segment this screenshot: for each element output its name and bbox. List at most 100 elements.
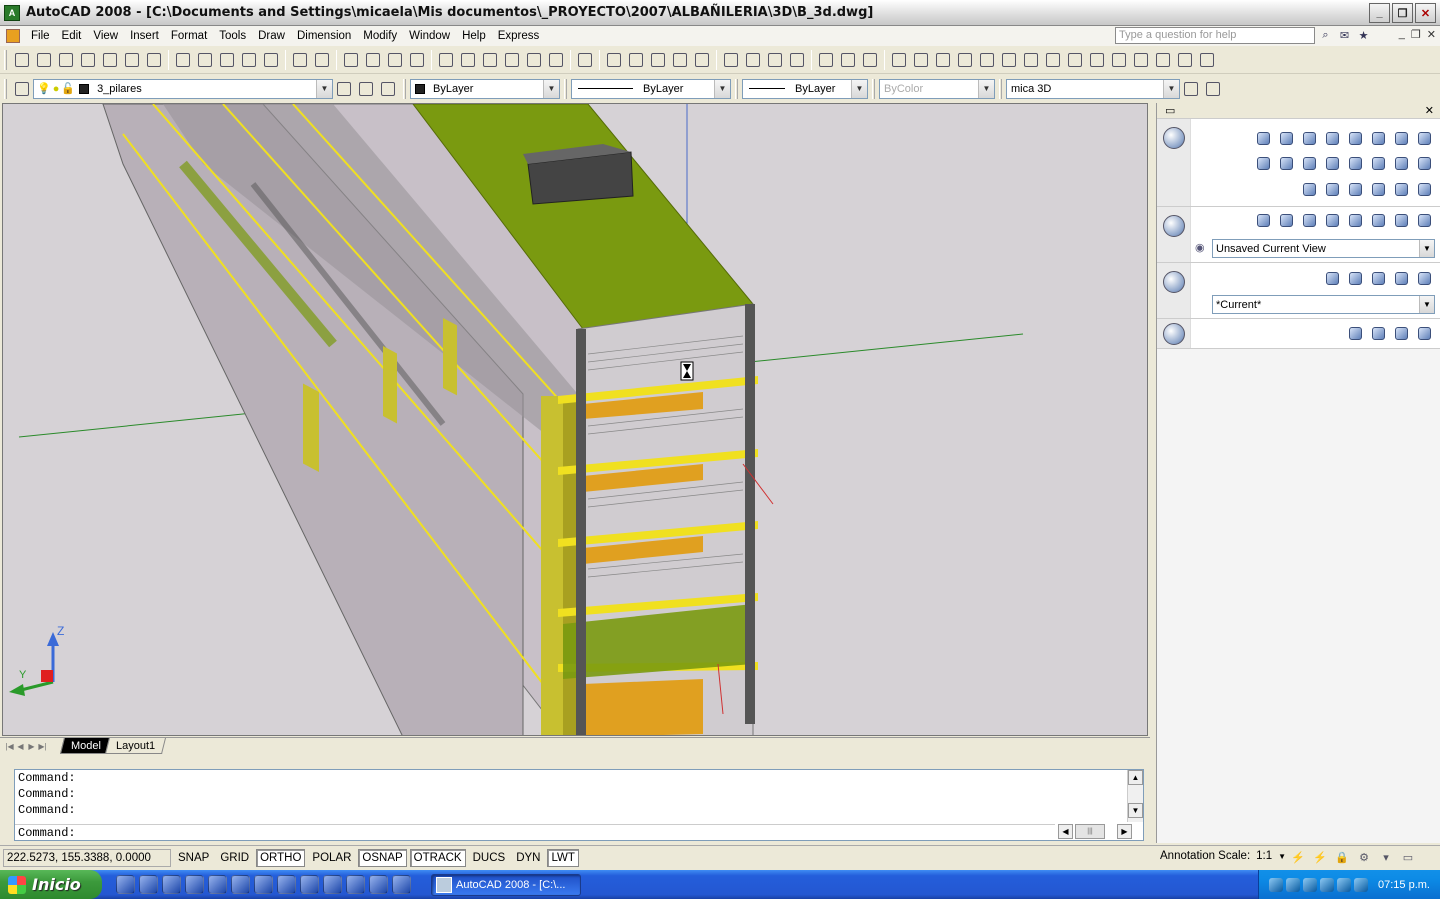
toolbar-lock-icon[interactable]: 🔒 bbox=[1334, 849, 1350, 865]
conceptual-icon[interactable] bbox=[1346, 269, 1365, 288]
chevron-down-icon[interactable]: ▼ bbox=[1278, 852, 1286, 861]
menu-format[interactable]: Format bbox=[166, 30, 214, 42]
menu-view[interactable]: View bbox=[88, 30, 125, 42]
menu-draw[interactable]: Draw bbox=[253, 30, 292, 42]
status-menu-icon[interactable]: ▾ bbox=[1378, 849, 1394, 865]
menu-dimension[interactable]: Dimension bbox=[292, 30, 358, 42]
communication-center-icon[interactable]: ✉ bbox=[1337, 28, 1352, 43]
tray-icon-1[interactable] bbox=[1269, 877, 1284, 892]
walk-icon[interactable] bbox=[1346, 211, 1365, 230]
tab-model[interactable]: Model bbox=[60, 738, 112, 754]
redo-icon[interactable] bbox=[311, 49, 333, 71]
status-toggle-dyn[interactable]: DYN bbox=[512, 849, 544, 867]
subtract-icon[interactable] bbox=[1346, 180, 1365, 199]
2d-wireframe-icon[interactable] bbox=[1323, 269, 1342, 288]
3d-tool-1-icon[interactable] bbox=[888, 49, 910, 71]
help-icon[interactable] bbox=[574, 49, 596, 71]
view-combo[interactable]: Unsaved Current View ▼ bbox=[1212, 239, 1435, 258]
menu-modify[interactable]: Modify bbox=[358, 30, 404, 42]
menu-express[interactable]: Express bbox=[493, 30, 547, 42]
3d-tool-15-icon[interactable] bbox=[1196, 49, 1218, 71]
quicklaunch-app-6-icon[interactable] bbox=[231, 875, 250, 894]
layer-manager-icon[interactable] bbox=[11, 78, 33, 100]
free-orbit-icon[interactable] bbox=[1323, 211, 1342, 230]
materials-icon[interactable] bbox=[1346, 324, 1365, 343]
visual-style-manager-icon[interactable] bbox=[1180, 78, 1202, 100]
new-icon[interactable] bbox=[11, 49, 33, 71]
scroll-left-icon[interactable]: ◀ bbox=[1058, 824, 1073, 839]
save-icon[interactable] bbox=[55, 49, 77, 71]
open-icon[interactable] bbox=[33, 49, 55, 71]
plot-preview-icon[interactable] bbox=[99, 49, 121, 71]
clock[interactable]: 07:15 p.m. bbox=[1378, 879, 1430, 891]
scroll-down-icon[interactable]: ▼ bbox=[1128, 803, 1143, 818]
scroll-thumb[interactable]: ||| bbox=[1075, 824, 1105, 839]
status-toggle-lwt[interactable]: LWT bbox=[547, 848, 579, 867]
command-line[interactable]: Command: Command: Command: Command: ▲ ▼ … bbox=[14, 769, 1144, 841]
tab-layout1[interactable]: Layout1 bbox=[104, 738, 167, 754]
layer-tool-5-icon[interactable] bbox=[691, 49, 713, 71]
quicklaunch-app-9-icon[interactable] bbox=[300, 875, 319, 894]
status-toggle-ducs[interactable]: DUCS bbox=[469, 849, 510, 867]
tray-icon-3[interactable] bbox=[1303, 877, 1318, 892]
realistic-icon[interactable] bbox=[1369, 269, 1388, 288]
tool-palettes-icon[interactable] bbox=[479, 49, 501, 71]
command-hscrollbar[interactable]: ◀ ||| ▶ bbox=[1058, 824, 1138, 839]
tray-icon-5[interactable] bbox=[1337, 877, 1352, 892]
loft-icon[interactable] bbox=[1392, 154, 1411, 173]
3d-tool-8-icon[interactable] bbox=[1042, 49, 1064, 71]
render-icon[interactable] bbox=[1202, 78, 1224, 100]
chevron-down-icon[interactable]: ▼ bbox=[1419, 296, 1434, 313]
chevron-down-icon[interactable]: ▼ bbox=[1419, 240, 1434, 257]
calculator-icon[interactable] bbox=[545, 49, 567, 71]
3d-pan-icon[interactable] bbox=[1254, 211, 1273, 230]
render-panel-icon[interactable] bbox=[1162, 323, 1185, 345]
layer-tool-6-icon[interactable] bbox=[720, 49, 742, 71]
lineweight-combo[interactable]: ByLayer ▼ bbox=[742, 78, 868, 99]
3d-orbit-icon[interactable] bbox=[1300, 211, 1319, 230]
color-combo[interactable]: ByLayer ▼ bbox=[410, 78, 560, 99]
3d-tool-4-icon[interactable] bbox=[954, 49, 976, 71]
chevron-down-icon[interactable]: ▼ bbox=[851, 79, 867, 98]
sweep-icon[interactable] bbox=[1346, 154, 1365, 173]
edge-settings-icon[interactable] bbox=[1392, 269, 1411, 288]
3d-make-icon[interactable] bbox=[1162, 127, 1185, 149]
3d-align-icon[interactable] bbox=[1300, 180, 1319, 199]
quicklaunch-app-8-icon[interactable] bbox=[277, 875, 296, 894]
minimize-button[interactable]: _ bbox=[1369, 3, 1390, 23]
cone-icon[interactable] bbox=[1323, 129, 1342, 148]
last-tab-icon[interactable]: ▶| bbox=[37, 740, 48, 753]
make-current-icon[interactable] bbox=[333, 78, 355, 100]
3d-navigate-icon[interactable] bbox=[1162, 215, 1185, 237]
status-toggle-grid[interactable]: GRID bbox=[216, 849, 253, 867]
status-toggle-otrack[interactable]: OTRACK bbox=[409, 848, 466, 867]
revolve-icon[interactable] bbox=[1369, 154, 1388, 173]
3d-tool-6-icon[interactable] bbox=[998, 49, 1020, 71]
search-icon[interactable]: ⌕ bbox=[1318, 28, 1333, 43]
block-editor-icon[interactable] bbox=[260, 49, 282, 71]
cylinder-icon[interactable] bbox=[1369, 129, 1388, 148]
menu-tools[interactable]: Tools bbox=[214, 30, 253, 42]
3d-zoom-icon[interactable] bbox=[1277, 211, 1296, 230]
layer-states-icon[interactable] bbox=[377, 78, 399, 100]
restore-button[interactable]: ❐ bbox=[1392, 3, 1413, 23]
first-tab-icon[interactable]: |◀ bbox=[4, 740, 15, 753]
torus-icon[interactable] bbox=[1415, 129, 1434, 148]
3d-tool-10-icon[interactable] bbox=[1086, 49, 1108, 71]
visual-style-icon[interactable] bbox=[1162, 271, 1185, 293]
menu-edit[interactable]: Edit bbox=[57, 30, 89, 42]
start-button[interactable]: Inicio bbox=[0, 870, 102, 899]
sphere-icon[interactable] bbox=[1346, 129, 1365, 148]
layer-tool-3-icon[interactable] bbox=[647, 49, 669, 71]
3d-tool-11-icon[interactable] bbox=[1108, 49, 1130, 71]
layer-tool-7-icon[interactable] bbox=[742, 49, 764, 71]
3d-rotate-icon[interactable] bbox=[1277, 154, 1296, 173]
close-button[interactable]: ✕ bbox=[1415, 3, 1436, 23]
doc-restore-button[interactable]: ❐ bbox=[1411, 28, 1421, 41]
menu-help[interactable]: Help bbox=[457, 30, 493, 42]
slice-icon[interactable] bbox=[1415, 154, 1434, 173]
chevron-down-icon[interactable]: ▼ bbox=[714, 79, 730, 98]
drawing-viewport[interactable]: Z Y bbox=[2, 103, 1148, 736]
chevron-down-icon[interactable]: ▼ bbox=[1163, 79, 1179, 98]
scroll-right-icon[interactable]: ▶ bbox=[1117, 824, 1132, 839]
